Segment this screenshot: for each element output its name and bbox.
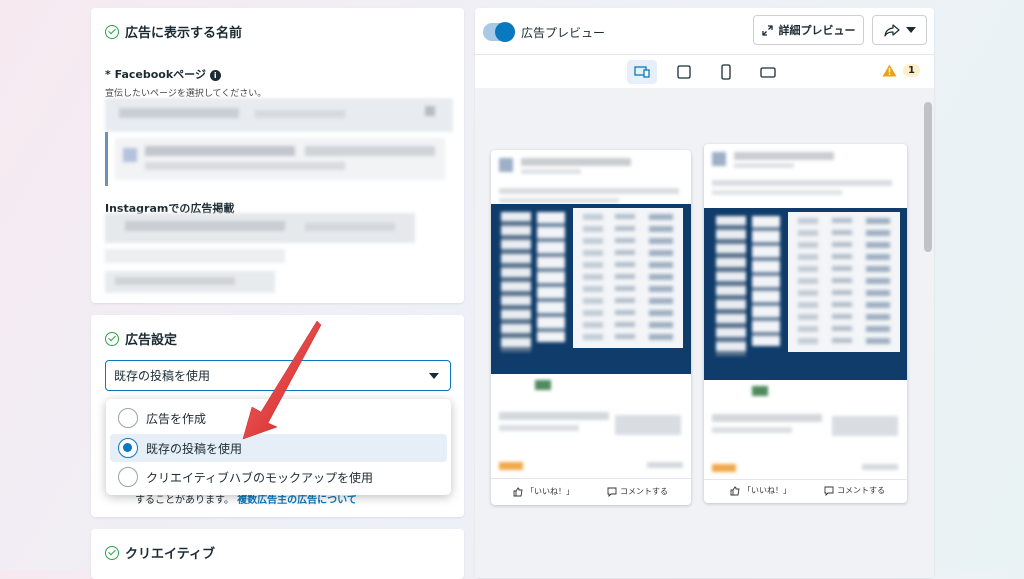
comment-action[interactable]: コメントする [824,485,885,496]
preview-toggle-label: 広告プレビュー [521,26,606,40]
preview-toggle[interactable] [483,22,515,42]
placement-all-devices[interactable] [627,60,657,84]
section-ad-name: 広告に表示する名前 * Facebookページ i 宣伝したいページを選択してく… [91,8,464,303]
option-creative-hub-mockup[interactable]: クリエイティブハブのモックアップを使用 [110,463,447,491]
square-icon [677,65,691,79]
preview-canvas: 「いいね！」 コメントする 「いいね！」 コメントする [475,88,934,578]
ad-preview-card-feed: 「いいね！」 コメントする [491,150,691,505]
ad-setup-select-value: 既存の投稿を使用 [114,369,211,383]
ad-preview-card-instagram: 「いいね！」 コメントする [704,144,907,503]
comment-action[interactable]: コメントする [607,486,668,497]
share-button[interactable] [872,15,927,45]
landscape-icon [760,66,776,78]
check-icon [105,545,119,560]
section-creative-title: クリエイティブ [105,543,215,562]
instagram-selector[interactable] [105,213,453,295]
expand-icon [761,24,773,36]
footnote-link[interactable]: 複数広告主の広告について [237,495,357,506]
thumbs-up-icon [730,486,740,495]
warning-count: 1 [903,64,920,77]
phone-icon [721,64,731,80]
check-icon [105,331,119,346]
section-ad-setup-title: 広告設定 [105,329,177,348]
placement-horizontal[interactable] [753,60,783,84]
placement-square[interactable] [669,60,699,84]
comment-icon [824,486,834,496]
warning-indicator[interactable]: 1 [882,64,920,77]
section-ad-name-title: 広告に表示する名前 [105,22,242,41]
info-icon[interactable]: i [209,69,221,81]
warning-icon [882,64,897,77]
detail-preview-button[interactable]: 詳細プレビュー [753,15,864,45]
radio-button-selected[interactable] [118,438,138,458]
share-icon [883,23,900,37]
devices-icon [634,66,650,78]
chevron-down-icon [905,27,916,33]
thumbs-up-icon [513,487,523,496]
placement-vertical[interactable] [711,60,741,84]
radio-button[interactable] [118,408,138,428]
radio-button[interactable] [118,467,138,487]
annotation-arrow [242,320,322,440]
like-action[interactable]: 「いいね！」 [513,486,574,497]
facebook-page-label: * Facebookページ i [105,66,221,82]
like-action[interactable]: 「いいね！」 [730,485,791,496]
ad-preview-panel: 広告プレビュー 詳細プレビュー 1 「いいね！」 コメントする 「いいね！」 コ… [475,8,934,578]
comment-icon [607,487,617,497]
facebook-page-selector[interactable] [105,98,453,188]
section-creative: クリエイティブ [91,529,464,579]
preview-scrollbar[interactable] [924,102,932,252]
chevron-down-icon [429,373,439,379]
check-icon [105,24,119,39]
